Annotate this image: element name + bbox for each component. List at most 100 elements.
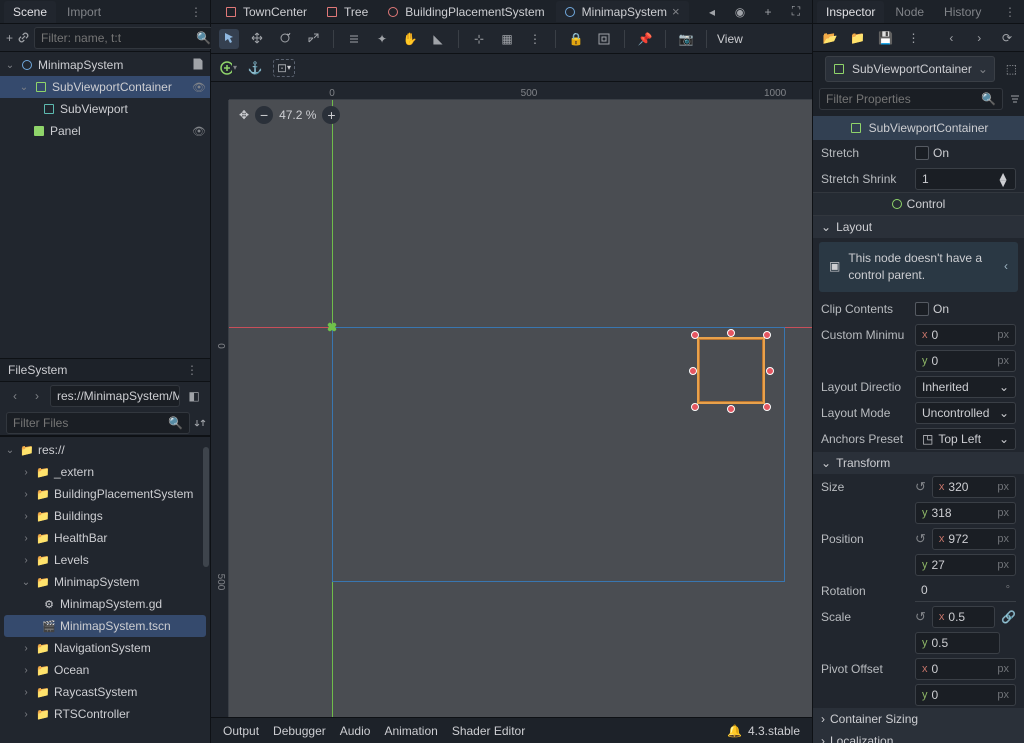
- fs-menu-icon[interactable]: ⋮: [182, 363, 202, 377]
- nav-fwd-icon[interactable]: ›: [28, 389, 46, 403]
- inspector-filter[interactable]: 🔍: [819, 88, 1003, 110]
- number-input-y[interactable]: y: [915, 632, 1000, 654]
- resize-handle[interactable]: [727, 329, 735, 337]
- resize-handle[interactable]: [691, 331, 699, 339]
- view-menu[interactable]: View: [717, 32, 743, 46]
- scene-node-row[interactable]: SubViewport: [0, 98, 210, 120]
- selected-node-rect[interactable]: [697, 337, 765, 404]
- add-node-canvas-icon[interactable]: ▾: [219, 59, 237, 77]
- number-input-y[interactable]: ypx: [915, 502, 1016, 524]
- fs-row[interactable]: ⌄📁res://: [0, 439, 210, 461]
- scene-filter[interactable]: 🔍: [34, 27, 218, 49]
- link-node-icon[interactable]: [17, 28, 30, 48]
- add-scene-icon[interactable]: +: [758, 2, 778, 22]
- zoom-in-icon[interactable]: +: [322, 106, 340, 124]
- checkbox[interactable]: [915, 146, 929, 160]
- fs-sort-icon[interactable]: [194, 413, 206, 433]
- chevron-icon[interactable]: ‹: [1004, 258, 1008, 275]
- open-resource-icon[interactable]: 📂: [821, 28, 839, 48]
- fs-filter[interactable]: 🔍: [6, 412, 190, 434]
- nav-back-icon[interactable]: ‹: [6, 389, 24, 403]
- fs-row[interactable]: ›📁Levels: [0, 549, 210, 571]
- grid-snap-icon[interactable]: ▦: [497, 29, 517, 49]
- dropdown[interactable]: ◳Top Left⌄: [915, 428, 1016, 450]
- fs-row[interactable]: ›📁RaycastSystem: [0, 681, 210, 703]
- history-back-icon[interactable]: ‹: [942, 28, 960, 48]
- link-icon[interactable]: 🔗: [1001, 610, 1016, 624]
- fs-row[interactable]: ›📁Ocean: [0, 659, 210, 681]
- zoom-out-icon[interactable]: −: [255, 106, 273, 124]
- scale-tool-icon[interactable]: [303, 29, 323, 49]
- version-label[interactable]: 🔔4.3.stable: [727, 724, 800, 738]
- section-transform[interactable]: ⌄Transform: [813, 452, 1024, 474]
- bottom-tab[interactable]: Shader Editor: [452, 724, 525, 738]
- fs-row[interactable]: ›📁_extern: [0, 461, 210, 483]
- scene-tab[interactable]: BuildingPlacementSystem: [379, 2, 553, 22]
- class-header[interactable]: SubViewportContainer: [813, 116, 1024, 140]
- zoom-level[interactable]: 47.2 %: [279, 108, 316, 122]
- tab-scene[interactable]: Scene: [4, 1, 56, 23]
- fs-filter-input[interactable]: [13, 416, 168, 430]
- override-camera-icon[interactable]: 📷: [676, 29, 696, 49]
- scene-tab[interactable]: Tree: [318, 2, 377, 22]
- tab-import[interactable]: Import: [58, 1, 110, 23]
- resize-handle[interactable]: [766, 367, 774, 375]
- docs-icon[interactable]: ⬚: [1005, 59, 1018, 79]
- scene-tab[interactable]: MinimapSystem×: [556, 1, 689, 22]
- expand-icon[interactable]: ⌄: [4, 60, 16, 71]
- pan-tool-icon[interactable]: ✋: [400, 29, 420, 49]
- select-tool-icon[interactable]: [219, 29, 239, 49]
- group-icon[interactable]: [594, 29, 614, 49]
- number-input[interactable]: ▲▼: [915, 168, 1016, 190]
- history-fwd-icon[interactable]: ›: [970, 28, 988, 48]
- scene-menu-icon[interactable]: ⋮: [186, 5, 206, 19]
- fs-row[interactable]: 🎬MinimapSystem.tscn: [4, 615, 206, 637]
- close-icon[interactable]: ×: [672, 4, 680, 19]
- reset-icon[interactable]: ↺: [915, 531, 926, 547]
- fs-row[interactable]: ›📁Buildings: [0, 505, 210, 527]
- inspector-menu-icon[interactable]: ⋮: [1000, 5, 1020, 19]
- number-input[interactable]: °: [915, 580, 1016, 602]
- resize-handle[interactable]: [727, 405, 735, 413]
- inspector-filter-input[interactable]: [826, 92, 981, 106]
- section-localization[interactable]: ›Localization: [813, 730, 1024, 743]
- fs-path-input[interactable]: res://MinimapSystem/Mini: [50, 385, 180, 407]
- snap-options-icon[interactable]: ⋮: [525, 29, 545, 49]
- expand-icon[interactable]: ⛶: [786, 2, 806, 22]
- distraction-free-icon[interactable]: ◉: [730, 2, 750, 22]
- script-indicator-icon[interactable]: [192, 58, 206, 72]
- inspector-node-select[interactable]: SubViewportContainer ⌄: [825, 56, 995, 82]
- design-surface[interactable]: [229, 100, 812, 717]
- fs-row[interactable]: ›📁BuildingPlacementSystem: [0, 483, 210, 505]
- lock-icon[interactable]: 🔒: [566, 29, 586, 49]
- load-resource-icon[interactable]: 📁: [849, 28, 867, 48]
- fs-split-icon[interactable]: ◧: [184, 386, 204, 406]
- bone-icon[interactable]: 📌: [635, 29, 655, 49]
- bottom-tab[interactable]: Debugger: [273, 724, 326, 738]
- snap-toggle-icon[interactable]: ⊹: [469, 29, 489, 49]
- spinner-icon[interactable]: ▲▼: [997, 173, 1009, 186]
- fs-row[interactable]: ›📁RTSController: [0, 703, 210, 725]
- number-input-x[interactable]: xpx: [932, 528, 1016, 550]
- section-layout[interactable]: ⌄Layout: [813, 216, 1024, 238]
- anchor-icon[interactable]: ⚓: [245, 58, 265, 78]
- move-tool-icon[interactable]: [247, 29, 267, 49]
- add-node-icon[interactable]: +: [6, 28, 13, 48]
- ruler-tool-icon[interactable]: ◣: [428, 29, 448, 49]
- dropdown[interactable]: Inherited⌄: [915, 376, 1016, 398]
- scene-node-row[interactable]: Panel 👁: [0, 120, 210, 142]
- scene-filter-input[interactable]: [41, 31, 196, 45]
- checkbox[interactable]: [915, 302, 929, 316]
- bottom-tab[interactable]: Audio: [340, 724, 371, 738]
- scene-root-row[interactable]: ⌄ MinimapSystem: [0, 54, 210, 76]
- section-container-sizing[interactable]: ›Container Sizing: [813, 708, 1024, 730]
- prev-scene-icon[interactable]: ◂: [702, 2, 722, 22]
- number-input-y[interactable]: ypx: [915, 554, 1016, 576]
- center-view-icon[interactable]: ✥: [239, 108, 249, 122]
- resize-handle[interactable]: [763, 403, 771, 411]
- scene-node-row[interactable]: ⌄ SubViewportContainer 👁: [0, 76, 210, 98]
- resize-handle[interactable]: [689, 367, 697, 375]
- container-sizing-icon[interactable]: ⊡▾: [273, 59, 295, 77]
- number-input-x[interactable]: x: [932, 606, 995, 628]
- origin-gizmo[interactable]: [321, 316, 343, 338]
